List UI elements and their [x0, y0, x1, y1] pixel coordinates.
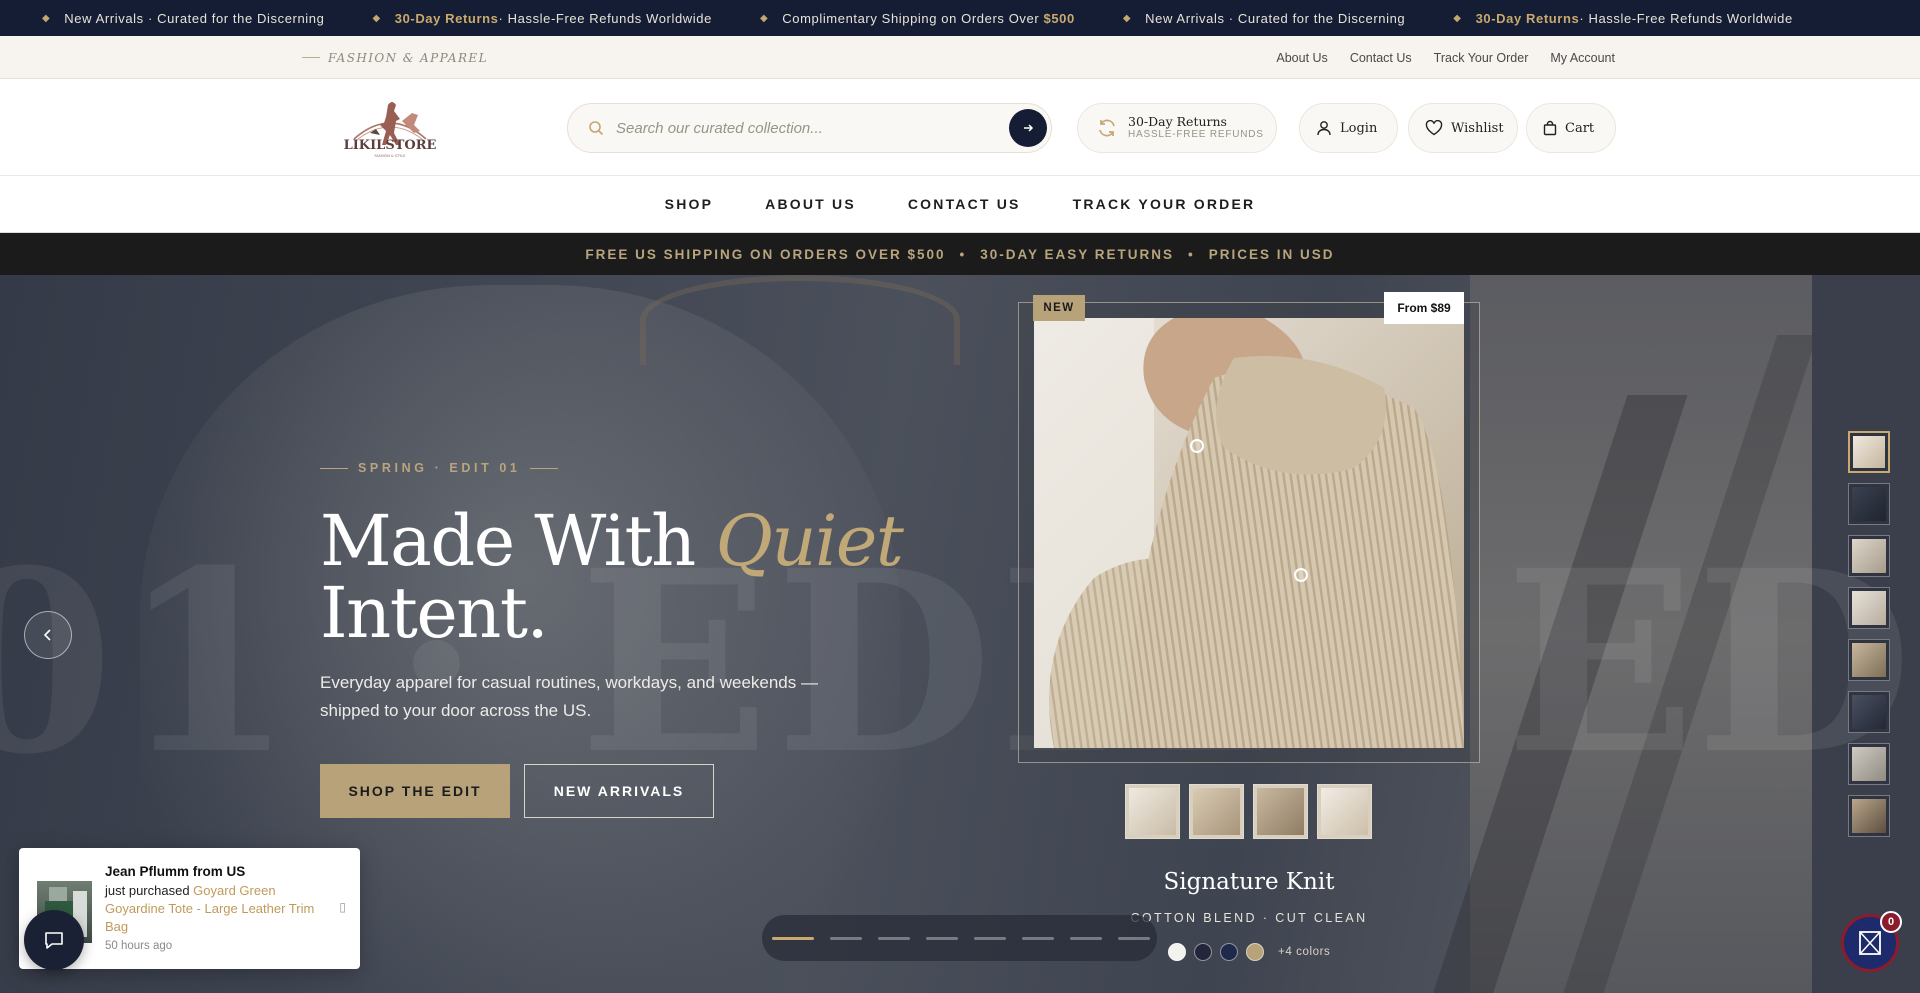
- slide-dot[interactable]: [1118, 936, 1150, 940]
- purchase-text: just purchased Goyard Green Goyardine To…: [105, 883, 315, 934]
- side-thumbnail[interactable]: [1848, 691, 1890, 733]
- returns-subtitle: HASSLE-FREE REFUNDS: [1128, 129, 1264, 141]
- featured-product-card[interactable]: [1018, 302, 1480, 763]
- tagline: FASHION & APPAREL: [302, 36, 488, 79]
- site-header: LIKILSTORE FASHION & STYLE 30-Day Return…: [0, 79, 1920, 176]
- hero-subcopy: Everyday apparel for casual routines, wo…: [320, 673, 818, 720]
- slide-indicators: [762, 915, 1157, 961]
- logo-subtext: FASHION & STYLE: [375, 154, 406, 158]
- logo-wordmark: LIKILSTORE: [344, 138, 437, 153]
- diamond-icon: ◆: [759, 12, 769, 24]
- product-thumbnail[interactable]: [1317, 784, 1372, 839]
- marquee-item: ◆ Complimentary Shipping on Orders Over $…: [759, 10, 1075, 26]
- chat-button[interactable]: [24, 910, 84, 970]
- utility-links: About Us Contact Us Track Your Order My …: [1276, 36, 1615, 79]
- marquee-item: ◆ New Arrivals · Curated for the Discerni…: [1122, 10, 1406, 26]
- heart-icon: [1425, 120, 1443, 136]
- slide-dot[interactable]: [926, 936, 958, 940]
- slide-dot[interactable]: [878, 936, 910, 940]
- returns-pill[interactable]: 30-Day Returns HASSLE-FREE REFUNDS: [1077, 103, 1277, 153]
- diamond-icon: ◆: [42, 12, 51, 24]
- refresh-icon: [1099, 119, 1115, 137]
- more-colors-label: +4 colors: [1278, 946, 1331, 958]
- side-thumbnail-rail: [1848, 431, 1890, 837]
- main-nav: SHOP ABOUT US CONTACT US TRACK YOUR ORDE…: [0, 176, 1920, 233]
- color-swatch[interactable]: [1194, 943, 1212, 961]
- shop-the-edit-button[interactable]: SHOP THE EDIT: [320, 764, 510, 818]
- side-thumbnail[interactable]: [1848, 431, 1890, 473]
- diamond-icon: ◆: [1122, 12, 1132, 24]
- side-thumbnail[interactable]: [1848, 587, 1890, 629]
- slide-dot[interactable]: [830, 936, 862, 940]
- marquee-item: ◆ 30-Day Returns · Hassle-Free Refunds Wo…: [1453, 10, 1793, 26]
- util-link-track[interactable]: Track Your Order: [1434, 51, 1529, 65]
- side-thumbnail[interactable]: [1848, 639, 1890, 681]
- chevron-left-icon: [43, 629, 51, 641]
- product-title: Signature Knit: [1163, 869, 1335, 895]
- purchase-time: 50 hours ago: [105, 940, 173, 952]
- color-swatch[interactable]: [1168, 943, 1186, 961]
- product-hotspot[interactable]: [1190, 439, 1204, 453]
- store-logo[interactable]: LIKILSTORE FASHION & STYLE: [340, 93, 440, 163]
- util-link-contact[interactable]: Contact Us: [1350, 51, 1412, 65]
- search-bar: [567, 103, 1052, 153]
- product-hotspot[interactable]: [1294, 568, 1308, 582]
- color-swatch[interactable]: [1246, 943, 1264, 961]
- cart-bag-icon: [1859, 931, 1881, 955]
- new-arrivals-button[interactable]: NEW ARRIVALS: [524, 764, 714, 818]
- close-icon[interactable]: ▯: [339, 900, 346, 914]
- product-thumbnails: [1125, 784, 1372, 839]
- marquee-item: ◆ New Arrivals · Curated for the Discerni…: [42, 10, 325, 26]
- hero-headline: Made With Quiet Intent.: [320, 500, 904, 654]
- nav-shop[interactable]: SHOP: [665, 196, 713, 212]
- shopping-bag-icon: [1543, 120, 1557, 136]
- price-badge: From $89: [1384, 292, 1464, 324]
- side-thumbnail[interactable]: [1848, 795, 1890, 837]
- nav-about-us[interactable]: ABOUT US: [765, 196, 856, 212]
- product-image[interactable]: [1034, 318, 1464, 748]
- cart-count-badge: 0: [1880, 911, 1902, 933]
- product-thumbnail[interactable]: [1189, 784, 1244, 839]
- product-thumbnail[interactable]: [1253, 784, 1308, 839]
- diamond-icon: ◆: [372, 12, 381, 24]
- slider-prev-button[interactable]: [24, 611, 72, 659]
- side-thumbnail[interactable]: [1848, 743, 1890, 785]
- search-submit-button[interactable]: [1009, 109, 1047, 147]
- side-thumbnail[interactable]: [1848, 535, 1890, 577]
- slide-dot[interactable]: [1070, 936, 1102, 940]
- utility-bar: FASHION & APPAREL About Us Contact Us Tr…: [0, 36, 1920, 79]
- nav-contact-us[interactable]: CONTACT US: [908, 196, 1021, 212]
- new-badge: NEW: [1033, 295, 1085, 321]
- login-button[interactable]: Login: [1299, 103, 1398, 153]
- announcement-marquee: ◆ New Arrivals · Curated for the Discerni…: [0, 0, 1920, 36]
- returns-title: 30-Day Returns: [1128, 114, 1227, 130]
- slide-dot[interactable]: [772, 936, 814, 940]
- nav-track-order[interactable]: TRACK YOUR ORDER: [1073, 196, 1256, 212]
- cart-button[interactable]: Cart: [1526, 103, 1616, 153]
- hero-eyebrow: SPRING · EDIT 01: [320, 461, 568, 475]
- util-link-about[interactable]: About Us: [1276, 51, 1327, 65]
- color-swatch[interactable]: [1220, 943, 1238, 961]
- promo-strip: FREE US SHIPPING ON ORDERS OVER $500 • 30…: [0, 233, 1920, 275]
- user-icon: [1317, 121, 1331, 136]
- purchaser-name: Jean Pflumm from US: [105, 864, 246, 879]
- side-thumbnail[interactable]: [1848, 483, 1890, 525]
- slide-dot[interactable]: [974, 936, 1006, 940]
- marquee-fade: [1860, 0, 1920, 36]
- color-swatches: +4 colors: [1168, 943, 1330, 961]
- product-thumbnail[interactable]: [1125, 784, 1180, 839]
- util-link-account[interactable]: My Account: [1550, 51, 1615, 65]
- search-input[interactable]: [616, 119, 996, 137]
- marquee-item: ◆ 30-Day Returns · Hassle-Free Refunds Wo…: [372, 10, 712, 26]
- search-icon: [589, 121, 604, 136]
- slide-dot[interactable]: [1022, 936, 1054, 940]
- wishlist-button[interactable]: Wishlist: [1408, 103, 1518, 153]
- floating-cart-button[interactable]: 0: [1841, 911, 1902, 972]
- diamond-icon: ◆: [1453, 12, 1462, 24]
- arrow-right-icon: [1024, 124, 1034, 132]
- chat-icon: [45, 932, 63, 949]
